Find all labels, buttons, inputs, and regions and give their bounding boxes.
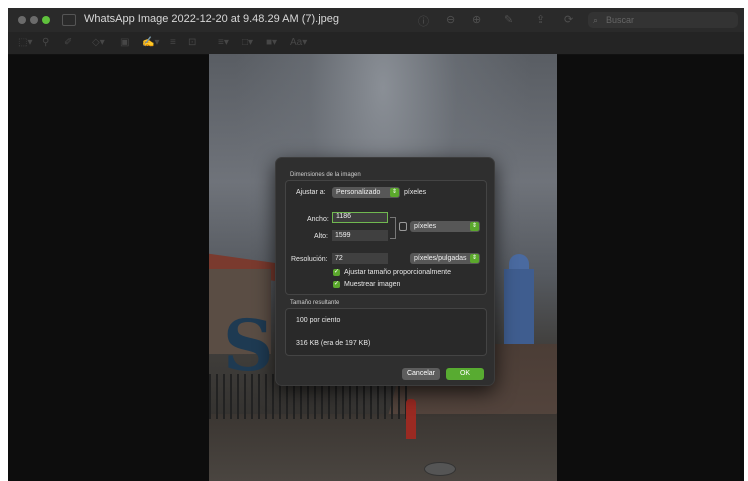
search-field[interactable]: ⌕ Buscar — [588, 12, 738, 28]
link-bracket — [390, 217, 396, 239]
resample-label: Muestrear imagen — [344, 281, 401, 288]
adjust-color-icon[interactable]: ≡ — [170, 37, 176, 48]
lock-icon[interactable] — [399, 222, 407, 231]
instant-alpha-icon[interactable]: ⚲ — [42, 37, 49, 48]
adjust-size-dialog: Dimensiones de la imagen Ajustar a: Pers… — [275, 157, 495, 386]
text-style-icon[interactable]: Aa▾ — [290, 37, 307, 48]
search-placeholder: Buscar — [606, 15, 635, 25]
shapes-icon[interactable]: ◇▾ — [92, 37, 105, 48]
size-unit-popup[interactable]: píxeles ⇕ — [410, 221, 480, 232]
result-percent: 100 por ciento — [296, 317, 341, 324]
sketch-icon[interactable]: ✐ — [64, 37, 72, 48]
zoom-window-button[interactable] — [42, 16, 50, 24]
width-label: Ancho: — [307, 216, 329, 223]
resolution-unit-popup[interactable]: píxeles/pulgadas ⇕ — [410, 253, 480, 264]
resolution-field[interactable]: 72 — [332, 253, 388, 264]
photo-ground — [209, 414, 557, 481]
resolution-unit-value: píxeles/pulgadas — [414, 255, 467, 262]
width-field[interactable]: 1186 — [332, 212, 388, 223]
share-icon[interactable]: ⇪ — [536, 13, 545, 26]
photo-manhole — [424, 462, 456, 476]
close-window-button[interactable] — [18, 16, 26, 24]
scale-proportionally-label: Ajustar tamaño proporcionalmente — [344, 269, 452, 276]
info-icon[interactable]: ⓘ — [418, 13, 429, 29]
photo-hydrant — [406, 399, 416, 439]
photo-sign: S — [223, 304, 274, 387]
selection-tool-icon[interactable]: ⬚▾ — [18, 37, 32, 48]
fit-label: Ajustar a: — [296, 189, 326, 196]
result-box: 100 por ciento 316 KB (era de 197 KB) — [285, 308, 487, 356]
title-bar: WhatsApp Image 2022-12-20 at 9.48.29 AM … — [8, 8, 744, 32]
preview-window: WhatsApp Image 2022-12-20 at 9.48.29 AM … — [8, 8, 744, 481]
sign-icon[interactable]: ✍▾ — [142, 37, 159, 48]
cancel-button[interactable]: Cancelar — [402, 368, 440, 380]
text-tool-icon[interactable]: ▣ — [120, 37, 129, 48]
markup-toolbar: ⬚▾ ⚲ ✐ ◇▾ ▣ ✍▾ ≡ ⊡ ≡▾ □▾ ■▾ Aa▾ — [8, 32, 744, 55]
fit-popup[interactable]: Personalizado ⇕ — [332, 187, 400, 198]
shape-style-icon[interactable]: ≡▾ — [218, 37, 229, 48]
height-field[interactable]: 1599 — [332, 230, 388, 241]
adjust-size-icon[interactable]: ⊡ — [188, 37, 196, 48]
section-result-label: Tamaño resultante — [290, 300, 340, 306]
search-icon: ⌕ — [593, 15, 599, 25]
chevron-updown-icon: ⇕ — [470, 254, 479, 263]
rotate-icon[interactable]: ⟳ — [564, 13, 573, 26]
result-size: 316 KB (era de 197 KB) — [296, 340, 371, 347]
size-unit-value: píxeles — [414, 223, 437, 230]
minimize-window-button[interactable] — [30, 16, 38, 24]
dimensions-box: Ajustar a: Personalizado ⇕ píxeles Ancho… — [285, 180, 487, 295]
zoom-out-icon[interactable]: ⊖ — [446, 13, 455, 26]
border-color-icon[interactable]: □▾ — [242, 37, 253, 48]
chevron-updown-icon: ⇕ — [470, 222, 479, 231]
height-label: Alto: — [314, 233, 329, 240]
chevron-updown-icon: ⇕ — [390, 188, 399, 197]
scale-proportionally-checkbox[interactable]: ✓ — [333, 269, 340, 276]
sidebar-toggle-icon[interactable] — [62, 14, 76, 26]
ok-button[interactable]: OK — [446, 368, 484, 380]
fill-color-icon[interactable]: ■▾ — [266, 37, 277, 48]
zoom-in-icon[interactable]: ⊕ — [472, 13, 481, 26]
resample-checkbox[interactable]: ✓ — [333, 281, 340, 288]
photo-church — [504, 269, 534, 354]
fit-unit: píxeles — [404, 189, 427, 196]
fit-popup-value: Personalizado — [336, 189, 381, 196]
markup-icon[interactable]: ✎ — [504, 13, 513, 26]
window-title: WhatsApp Image 2022-12-20 at 9.48.29 AM … — [84, 13, 339, 25]
section-dimensions-label: Dimensiones de la imagen — [290, 172, 361, 178]
resolution-label: Resolución: — [291, 256, 328, 263]
